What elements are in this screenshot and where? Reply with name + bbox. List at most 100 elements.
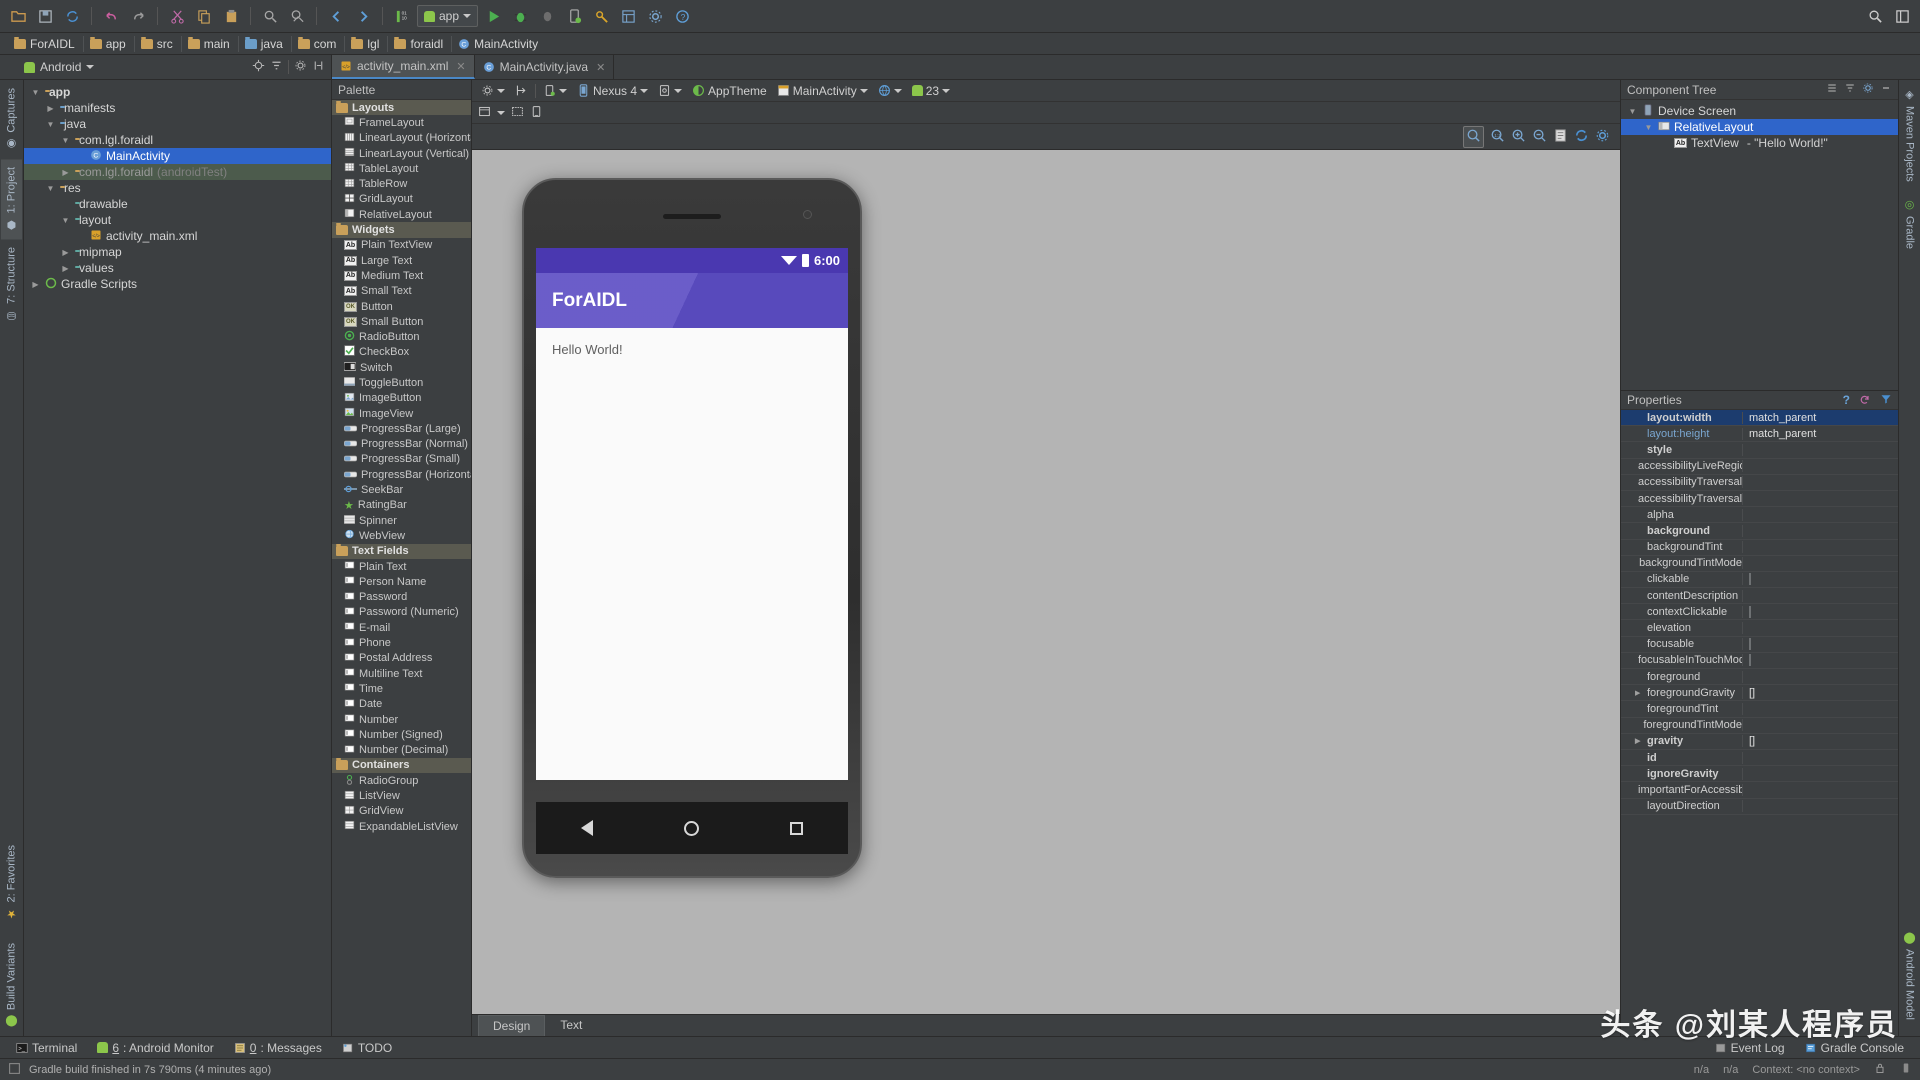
- status-toggle-icon[interactable]: [8, 1062, 21, 1078]
- tool-window-messages[interactable]: 0: Messages: [224, 1037, 332, 1059]
- property-value[interactable]: [1743, 605, 1898, 618]
- property-row-foregroundgravity[interactable]: ▶ foregroundGravity[]: [1621, 685, 1898, 702]
- sync-icon[interactable]: [60, 4, 84, 28]
- property-row-accessibilityliveregion[interactable]: accessibilityLiveRegion: [1621, 459, 1898, 475]
- tree-item-com-lgl-foraidl[interactable]: ▼ com.lgl.foraidl: [24, 132, 331, 148]
- memory-indicator-icon[interactable]: [1900, 1062, 1912, 1077]
- property-row-id[interactable]: id: [1621, 750, 1898, 767]
- palette-item-time[interactable]: Time: [332, 681, 471, 696]
- filter-icon[interactable]: [1880, 393, 1892, 408]
- tree-item-java[interactable]: ▼ java: [24, 116, 331, 132]
- sidebar-item-gradle[interactable]: ◎ Gradle: [1900, 190, 1919, 257]
- search-icon[interactable]: [258, 4, 282, 28]
- collapse-all-icon[interactable]: [1844, 82, 1856, 97]
- avd-manager-icon[interactable]: [562, 4, 586, 28]
- palette-item-ratingbar[interactable]: ★ RatingBar: [332, 498, 471, 513]
- tab-mainactivity-java[interactable]: C MainActivity.java ✕: [474, 55, 615, 79]
- palette-item-progressbar-horizontal-[interactable]: ProgressBar (Horizontal): [332, 467, 471, 482]
- component-tree[interactable]: ▼ Device Screen ▼ RelativeLayout Ab TextView -…: [1621, 100, 1898, 390]
- recents-square-icon[interactable]: [789, 821, 803, 835]
- palette-item-switch[interactable]: Switch: [332, 360, 471, 375]
- api-level-selector[interactable]: 23: [909, 84, 953, 98]
- breadcrumb-item-foraidl[interactable]: ForAIDL: [8, 33, 84, 55]
- tree-expander-icon[interactable]: ▼: [60, 216, 71, 225]
- palette-item-phone[interactable]: Phone: [332, 635, 471, 650]
- copy-icon[interactable]: [192, 4, 216, 28]
- gear-icon[interactable]: [1595, 128, 1610, 146]
- tree-item-res[interactable]: ▼ res: [24, 180, 331, 196]
- breadcrumb-item-app[interactable]: app: [84, 33, 135, 55]
- palette-item-tablerow[interactable]: TableRow: [332, 176, 471, 191]
- undo-icon[interactable]: [99, 4, 123, 28]
- help-icon[interactable]: ?: [1843, 393, 1850, 408]
- hello-world-textview[interactable]: Hello World!: [552, 342, 623, 357]
- reset-icon[interactable]: [1859, 393, 1871, 408]
- palette-item-small-text[interactable]: Ab Small Text: [332, 284, 471, 299]
- theme-selector[interactable]: AppTheme: [689, 84, 770, 98]
- sidebar-item-structure[interactable]: ⛁ 7: Structure: [1, 239, 22, 330]
- close-icon[interactable]: ✕: [596, 61, 605, 74]
- zoom-in-icon[interactable]: [1511, 128, 1526, 146]
- tree-item-mainactivity[interactable]: C MainActivity: [24, 148, 331, 164]
- palette-item-progressbar-small-[interactable]: ProgressBar (Small): [332, 452, 471, 467]
- tree-item-activity-main-xml[interactable]: </> activity_main.xml: [24, 228, 331, 244]
- palette-item-seekbar[interactable]: SeekBar: [332, 482, 471, 497]
- palette-group-text-fields[interactable]: Text Fields: [332, 543, 471, 559]
- tab-activity-main-xml[interactable]: </> activity_main.xml ✕: [332, 55, 475, 79]
- palette-item-number-decimal-[interactable]: Number (Decimal): [332, 742, 471, 757]
- tree-expander-icon[interactable]: ▶: [60, 264, 71, 273]
- property-value[interactable]: [1743, 638, 1898, 651]
- palette-item-progressbar-large-[interactable]: ProgressBar (Large): [332, 421, 471, 436]
- redo-icon[interactable]: [126, 4, 150, 28]
- replace-icon[interactable]: [285, 4, 309, 28]
- property-row-layoutdirection[interactable]: layoutDirection: [1621, 799, 1898, 815]
- property-row-backgroundtintmode[interactable]: backgroundTintMode: [1621, 556, 1898, 572]
- property-row-elevation[interactable]: elevation: [1621, 620, 1898, 637]
- property-row-foregroundtint[interactable]: foregroundTint: [1621, 701, 1898, 718]
- palette-item-large-text[interactable]: Ab Large Text: [332, 253, 471, 268]
- collapse-all-icon[interactable]: [270, 59, 283, 75]
- tree-item-gradle-scripts[interactable]: ▶ Gradle Scripts: [24, 276, 331, 292]
- settings-icon[interactable]: [643, 4, 667, 28]
- home-circle-icon[interactable]: [683, 820, 699, 836]
- property-row-contextclickable[interactable]: contextClickable: [1621, 604, 1898, 621]
- palette-item-button[interactable]: OK Button: [332, 299, 471, 314]
- property-value[interactable]: [1743, 573, 1898, 586]
- tree-expander-icon[interactable]: ▼: [1627, 107, 1638, 116]
- breadcrumb-item-src[interactable]: src: [135, 33, 182, 55]
- sidebar-item-android-model[interactable]: ⬤ Android Model: [1900, 923, 1919, 1036]
- property-value[interactable]: [1743, 654, 1898, 667]
- breadcrumb-item-main[interactable]: main: [182, 33, 239, 55]
- palette-item-number-signed-[interactable]: Number (Signed): [332, 727, 471, 742]
- tool-window-terminal[interactable]: >_ Terminal: [6, 1037, 87, 1059]
- property-expander-icon[interactable]: ▶: [1635, 689, 1644, 697]
- property-row-layout-width[interactable]: layout:width match_parent: [1621, 410, 1898, 427]
- property-value[interactable]: []: [1743, 735, 1898, 747]
- palette-item-progressbar-normal-[interactable]: ProgressBar (Normal): [332, 437, 471, 452]
- palette-list[interactable]: Layouts FrameLayout LinearLayout (Horizont…: [332, 100, 471, 1036]
- properties-list[interactable]: layout:width match_parent layout:height mat…: [1621, 410, 1898, 1036]
- device-frame-icon[interactable]: [530, 105, 543, 121]
- open-folder-icon[interactable]: [6, 4, 30, 28]
- property-checkbox[interactable]: [1749, 573, 1751, 586]
- palette-item-radiobutton[interactable]: RadioButton: [332, 329, 471, 344]
- property-row-alpha[interactable]: alpha: [1621, 507, 1898, 524]
- sdk-manager-icon[interactable]: [589, 4, 613, 28]
- tree-item-com-lgl-foraidl[interactable]: ▶ com.lgl.foraidl (androidTest): [24, 164, 331, 180]
- palette-item-e-mail[interactable]: E-mail: [332, 620, 471, 635]
- screenshot-icon[interactable]: [1553, 128, 1568, 146]
- sidebar-item-build-variants[interactable]: ⬤ Build Variants: [1, 929, 22, 1036]
- debug-button[interactable]: [508, 4, 532, 28]
- tree-expander-icon[interactable]: ▶: [30, 280, 41, 289]
- tree-expander-icon[interactable]: ▼: [30, 88, 41, 97]
- orientation-selector[interactable]: [540, 84, 570, 97]
- sidebar-item-favorites[interactable]: ★ 2: Favorites: [1, 837, 22, 928]
- palette-item-gridlayout[interactable]: GridLayout: [332, 192, 471, 207]
- property-row-accessibilitytraversala[interactable]: accessibilityTraversalA: [1621, 475, 1898, 491]
- expand-all-icon[interactable]: [1826, 82, 1838, 97]
- breadcrumb-item-com[interactable]: com: [292, 33, 346, 55]
- component-tree-item-relativelayout[interactable]: ▼ RelativeLayout: [1621, 119, 1898, 135]
- palette-item-imageview[interactable]: ImageView: [332, 406, 471, 421]
- palette-item-linearlayout-horizontal-[interactable]: LinearLayout (Horizontal): [332, 131, 471, 146]
- property-row-gravity[interactable]: ▶ gravity[]: [1621, 734, 1898, 750]
